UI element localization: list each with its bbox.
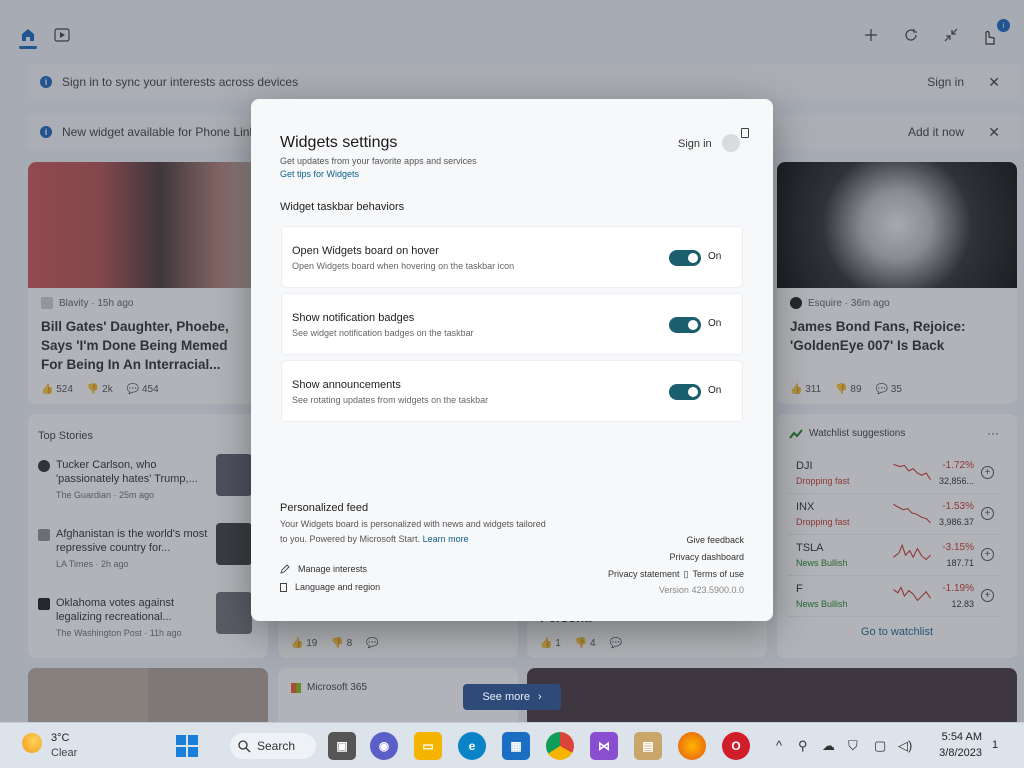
learn-more-link[interactable]: Learn more — [423, 534, 469, 544]
section-title: Widget taskbar behaviors — [280, 201, 405, 213]
security-icon[interactable]: ⛉ — [848, 738, 858, 754]
toggle-state: On — [708, 318, 722, 329]
language-region-link[interactable]: Language and region — [280, 582, 380, 592]
hover-toggle[interactable] — [669, 250, 701, 266]
manage-interests-link[interactable]: Manage interests — [280, 564, 367, 574]
setting-title: Show announcements — [292, 379, 401, 391]
language-icon — [280, 582, 287, 592]
setting-title: Show notification badges — [292, 312, 415, 324]
version-text: Version 423.5900.0.0 — [658, 585, 744, 595]
clock-time[interactable]: 5:54 AM — [928, 731, 982, 743]
magnifier-tray-icon[interactable]: ⚲ — [798, 738, 808, 754]
setting-desc: Open Widgets board when hovering on the … — [292, 261, 515, 271]
start-icon[interactable] — [176, 735, 198, 762]
firefox-icon[interactable] — [678, 732, 706, 760]
task-view-icon[interactable]: ▣ — [328, 732, 356, 760]
dialog-subtitle: Get updates from your favorite apps and … — [280, 156, 477, 166]
moon-icon[interactable] — [22, 733, 42, 753]
teams-chat-icon[interactable]: ◉ — [370, 732, 398, 760]
chevron-up-icon[interactable]: ^ — [776, 738, 782, 753]
store-icon[interactable]: ▦ — [502, 732, 530, 760]
widgets-settings-dialog: Widgets settings Get updates from your f… — [251, 99, 773, 621]
dialog-title: Widgets settings — [280, 134, 398, 151]
weather-desc[interactable]: Clear — [51, 747, 77, 759]
announcements-toggle[interactable] — [669, 384, 701, 400]
archive-app-icon[interactable]: ▤ — [634, 732, 662, 760]
search-box[interactable]: Search — [230, 733, 316, 759]
setting-open-on-hover: Open Widgets board on hover Open Widgets… — [281, 226, 743, 288]
file-explorer-icon[interactable]: ▭ — [414, 732, 442, 760]
see-more-button[interactable]: See more › — [463, 684, 561, 710]
toggle-state: On — [708, 251, 722, 262]
privacy-statement-link[interactable]: Privacy statement — [608, 569, 680, 580]
expand-icon[interactable] — [741, 128, 749, 138]
privacy-dashboard-link[interactable]: Privacy dashboard — [669, 552, 744, 562]
visual-studio-icon[interactable]: ⋈ — [590, 732, 618, 760]
chrome-icon[interactable] — [546, 732, 574, 760]
setting-desc: See rotating updates from widgets on the… — [292, 395, 489, 405]
display-icon[interactable]: ▢ — [874, 738, 886, 754]
external-link-icon: ▯ — [683, 569, 689, 579]
edge-icon[interactable]: e — [458, 732, 486, 760]
setting-desc: See widget notification badges on the ta… — [292, 328, 474, 338]
opera-icon[interactable]: O — [722, 732, 750, 760]
badges-toggle[interactable] — [669, 317, 701, 333]
sign-in-link[interactable]: Sign in — [678, 138, 712, 150]
feed-title: Personalized feed — [280, 502, 369, 514]
notification-count[interactable]: 1 — [992, 739, 998, 751]
toggle-state: On — [708, 385, 722, 396]
weather-temp[interactable]: 3°C — [51, 732, 69, 744]
pencil-icon — [280, 564, 290, 574]
clock-date[interactable]: 3/8/2023 — [928, 747, 982, 759]
terms-link[interactable]: Terms of use — [692, 569, 744, 580]
tips-link[interactable]: Get tips for Widgets — [280, 169, 359, 179]
feed-description: Your Widgets board is personalized with … — [280, 519, 546, 544]
volume-icon[interactable]: ◁) — [898, 738, 912, 754]
cloud-off-icon[interactable]: ☁ — [822, 738, 835, 754]
give-feedback-link[interactable]: Give feedback — [686, 535, 744, 545]
avatar[interactable] — [722, 134, 740, 152]
setting-announcements: Show announcements See rotating updates … — [281, 360, 743, 422]
taskbar: 3°C Clear Search ▣ ◉ ▭ e ▦ ⋈ ▤ O ^ ⚲ ☁ ⛉… — [0, 722, 1024, 768]
setting-title: Open Widgets board on hover — [292, 245, 439, 257]
chevron-right-icon: › — [538, 691, 542, 703]
legal-links: Privacy statement ▯ Terms of use — [608, 569, 744, 580]
search-icon — [238, 739, 251, 752]
setting-notification-badges: Show notification badges See widget noti… — [281, 293, 743, 355]
